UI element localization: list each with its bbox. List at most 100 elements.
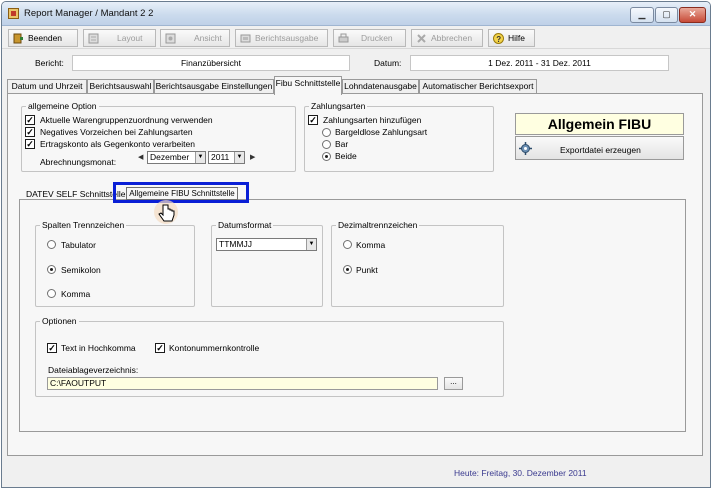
year-select[interactable]: 2011 ▼ [208,151,245,164]
bargeldlos-radio[interactable] [322,128,331,137]
window-title: Report Manager / Mandant 2 2 [24,8,154,19]
status-date: Heute: Freitag, 30. Dezember 2011 [454,468,587,478]
allgemein-fibu-banner: Allgemein FIBU [515,113,684,135]
abbrechen-label: Abbrechen [431,33,473,43]
datev-label: DATEV SELF Schnittstelle [26,189,126,199]
kontonummern-checkbox[interactable]: ✓ [155,343,165,353]
hilfe-button[interactable]: ? Hilfe [488,29,535,47]
tab-fibu-schnittstelle[interactable]: Fibu Schnittstelle [274,76,342,95]
beide-radio[interactable] [322,152,331,161]
bargeldlos-label: Bargeldlose Zahlungsart [335,127,428,137]
komma-trenn-label: Komma [61,289,91,299]
ertragskonto-checkbox[interactable]: ✓ [25,139,35,149]
month-value: Dezember [150,152,190,162]
negatives-vorzeichen-label: Negatives Vorzeichen bei Zahlungsarten [40,127,193,137]
layout-button[interactable]: Layout [83,29,156,47]
report-output-icon [240,33,251,44]
ansicht-button[interactable]: Ansicht [160,29,230,47]
month-prev-icon[interactable]: ◀ [138,153,143,161]
tabulator-label: Tabulator [61,240,96,250]
close-icon: ✕ [688,9,697,19]
drucken-button[interactable]: Drucken [333,29,406,47]
negatives-vorzeichen-checkbox[interactable]: ✓ [25,127,35,137]
chevron-down-icon: ▼ [195,152,205,163]
datumsformat-value: TTMMJJ [219,239,253,249]
year-value: 2011 [211,152,230,162]
beide-label: Beide [335,151,357,161]
abbrechen-button[interactable]: Abbrechen [411,29,483,47]
tabulator-radio[interactable] [47,240,56,249]
selection-highlight [113,182,249,203]
datum-field[interactable]: 1 Dez. 2011 - 31 Dez. 2011 [410,55,669,71]
warengruppen-checkbox[interactable]: ✓ [25,115,35,125]
bar-radio[interactable] [322,140,331,149]
datumsformat-select[interactable]: TTMMJJ ▼ [216,238,317,251]
datum-label: Datum: [374,58,402,68]
close-window-button[interactable]: ✕ [679,7,706,23]
month-next-icon[interactable]: ▶ [250,153,255,161]
text-hochkomma-checkbox[interactable]: ✓ [47,343,57,353]
komma-dezimal-radio[interactable] [343,240,352,249]
drucken-label: Drucken [361,33,393,43]
help-icon: ? [493,32,504,44]
app-icon [8,8,19,19]
month-select[interactable]: Dezember ▼ [147,151,206,164]
bericht-field[interactable]: Finanzübersicht [72,55,350,71]
punkt-radio[interactable] [343,265,352,274]
layout-label: Layout [117,33,143,43]
printer-icon [338,33,349,44]
tab-berichtsausgabe-einstellungen[interactable]: Berichtsausgabe Einstellungen [154,79,274,94]
semikolon-radio[interactable] [47,265,56,274]
spalten-title: Spalten Trennzeichen [40,220,127,230]
layout-icon [88,33,99,44]
zahlungsarten-hinzufuegen-label: Zahlungsarten hinzufügen [323,115,422,125]
dateiablage-input[interactable]: C:\FAOUTPUT [47,377,438,390]
maximize-button[interactable]: ▢ [655,7,678,23]
ansicht-label: Ansicht [194,33,222,43]
browse-button[interactable]: ... [444,377,463,390]
app-window: Report Manager / Mandant 2 2 ▁ ▢ ✕ Beend… [1,1,711,488]
tab-lohndatenausgabe[interactable]: Lohndatenausgabe [342,79,419,94]
export-gear-icon [519,142,532,157]
datumsformat-title: Datumsformat [216,220,274,230]
optionen-title: Optionen [40,316,79,326]
abrechnungsmonat-label: Abrechnungsmonat: [40,157,117,167]
punkt-label: Punkt [356,265,378,275]
hand-cursor-icon [154,200,180,228]
bar-label: Bar [335,139,349,149]
toolbar: Beenden Layout Ansicht Berichtsausgabe D… [2,27,710,49]
text-hochkomma-label: Text in Hochkomma [61,343,136,353]
spalten-trennzeichen-group: Spalten Trennzeichen [35,220,195,307]
ertragskonto-label: Ertragskonto als Gegenkonto verarbeiten [40,139,195,149]
tab-datum-uhrzeit[interactable]: Datum und Uhrzeit [7,79,87,94]
komma-trenn-radio[interactable] [47,289,56,298]
berichtsausgabe-button[interactable]: Berichtsausgabe [235,29,328,47]
tab-berichtsauswahl[interactable]: Berichtsauswahl [87,79,154,94]
zahlungsarten-title: Zahlungsarten [309,101,368,111]
hilfe-label: Hilfe [508,33,526,43]
view-icon [165,33,176,44]
berichtsausgabe-label: Berichtsausgabe [255,33,319,43]
beenden-button[interactable]: Beenden [8,29,78,47]
warengruppen-label: Aktuelle Warengruppenzuordnung verwenden [40,115,213,125]
title-bar: Report Manager / Mandant 2 2 ▁ ▢ ✕ [2,2,710,26]
svg-text:?: ? [496,35,501,44]
export-button-label: Exportdatei erzeugen [560,145,641,155]
dateiablage-label: Dateiablageverzeichnis: [48,365,139,375]
chevron-down-icon: ▼ [306,239,316,250]
exit-door-icon [13,33,24,44]
minimize-icon: ▁ [638,9,646,19]
semikolon-label: Semikolon [61,265,101,275]
kontonummern-label: Kontonummernkontrolle [169,343,260,353]
dezimal-title: Dezimaltrennzeichen [336,220,420,230]
minimize-button[interactable]: ▁ [630,7,654,23]
zahlungsarten-hinzufuegen-checkbox[interactable]: ✓ [308,115,318,125]
bericht-label: Bericht: [35,58,64,68]
cancel-icon [416,33,427,44]
chevron-down-icon: ▼ [234,152,244,163]
allgemeine-option-title: allgemeine Option [26,101,99,111]
komma-dezimal-label: Komma [356,240,386,250]
exportdatei-erzeugen-button[interactable]: Exportdatei erzeugen [515,136,684,160]
maximize-icon: ▢ [662,9,671,19]
tab-automatischer-berichtsexport[interactable]: Automatischer Berichtsexport [419,79,537,94]
